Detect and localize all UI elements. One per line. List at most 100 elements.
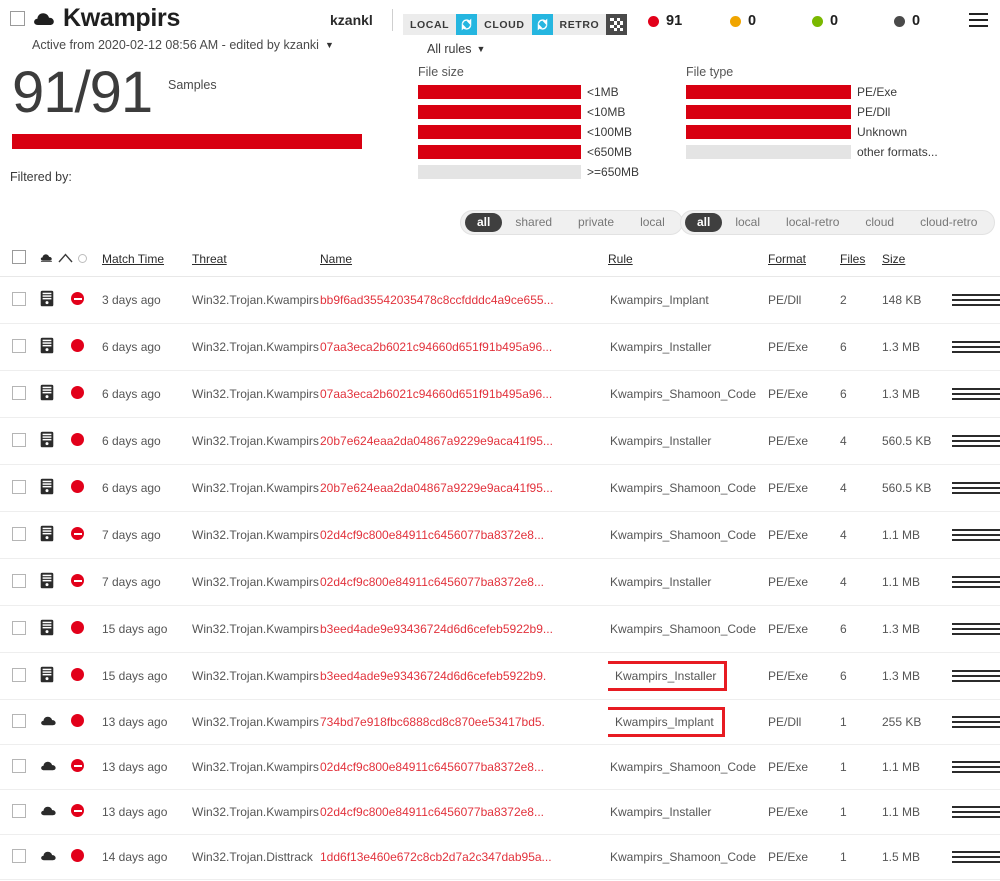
rule-label[interactable]: Kwampirs_Installer — [608, 573, 713, 591]
table-row[interactable]: 13 days ago Win32.Trojan.Kwampirs 02d4cf9c… — [0, 789, 1000, 835]
table-row[interactable]: 6 days ago Win32.Trojan.Kwampirs 07aa3eca2… — [0, 323, 1000, 371]
chevron-down-icon[interactable]: ▼ — [325, 40, 334, 50]
row-menu-icon[interactable] — [952, 716, 1000, 728]
main-menu-button[interactable] — [969, 13, 988, 27]
row-actions-cell[interactable] — [952, 276, 1000, 324]
sample-hash-link[interactable]: 02d4cf9c800e84911c6456077ba8372e8... — [320, 575, 544, 589]
row-actions-cell[interactable] — [952, 699, 1000, 745]
row-actions-cell[interactable] — [952, 652, 1000, 700]
table-row[interactable]: 13 days ago Win32.Trojan.Kwampirs 02d4cf9c… — [0, 744, 1000, 790]
row-menu-icon[interactable] — [952, 435, 1000, 447]
rule-label[interactable]: Kwampirs_Installer — [608, 338, 713, 356]
sample-hash-link[interactable]: 07aa3eca2b6021c94660d651f91b495a96... — [320, 387, 552, 401]
visibility-filter-private[interactable]: private — [565, 213, 627, 232]
toggle-cloud-label[interactable]: CLOUD — [477, 14, 532, 35]
file-size-row[interactable]: >=650MB — [418, 165, 639, 179]
rule-label-highlighted[interactable]: Kwampirs_Implant — [608, 707, 725, 737]
row-actions-cell[interactable] — [952, 511, 1000, 559]
row-menu-icon[interactable] — [952, 623, 1000, 635]
rule-label[interactable]: Kwampirs_Shamoon_Code — [608, 385, 758, 403]
row-menu-icon[interactable] — [952, 761, 1000, 773]
header-rule[interactable]: Rule — [608, 242, 768, 277]
visibility-filter-all[interactable]: all — [465, 213, 503, 232]
rule-label[interactable]: Kwampirs_Shamoon_Code — [608, 758, 758, 776]
table-row[interactable]: 7 days ago Win32.Trojan.Kwampirs 02d4cf9c8… — [0, 558, 1000, 606]
rule-label[interactable]: Kwampirs_Installer — [608, 432, 713, 450]
table-row[interactable]: 15 days ago Win32.Trojan.Kwampirs b3eed4ad… — [0, 605, 1000, 653]
sample-hash-link[interactable]: 1dd6f13e460e672c8cb2d7a2c347dab95a... — [320, 850, 552, 864]
row-actions-cell[interactable] — [952, 558, 1000, 606]
circle-icon[interactable] — [78, 254, 87, 263]
counter-none[interactable]: 0 — [894, 13, 976, 29]
row-menu-icon[interactable] — [952, 388, 1000, 400]
header-files[interactable]: Files — [840, 242, 882, 277]
row-checkbox[interactable] — [12, 667, 26, 682]
row-menu-icon[interactable] — [952, 529, 1000, 541]
sample-hash-link[interactable]: 07aa3eca2b6021c94660d651f91b495a96... — [320, 340, 552, 354]
file-type-row[interactable]: PE/Dll — [686, 105, 938, 119]
visibility-filter-local[interactable]: local — [627, 213, 678, 232]
file-type-row[interactable]: PE/Exe — [686, 85, 938, 99]
row-menu-icon[interactable] — [952, 851, 1000, 863]
row-checkbox[interactable] — [12, 620, 26, 635]
file-size-row[interactable]: <650MB — [418, 145, 639, 159]
row-menu-icon[interactable] — [952, 576, 1000, 588]
row-checkbox[interactable] — [12, 385, 26, 400]
file-type-row[interactable]: Unknown — [686, 125, 938, 139]
row-menu-icon[interactable] — [952, 806, 1000, 818]
header-threat[interactable]: Threat — [192, 242, 320, 277]
rule-label-highlighted[interactable]: Kwampirs_Installer — [608, 661, 728, 691]
row-checkbox[interactable] — [12, 526, 26, 541]
row-actions-cell[interactable] — [952, 323, 1000, 371]
row-checkbox[interactable] — [12, 432, 26, 447]
row-actions-cell[interactable] — [952, 789, 1000, 835]
header-size[interactable]: Size — [882, 242, 952, 277]
counter-critical[interactable]: 91 — [648, 13, 730, 29]
source-filter-cloud-retro[interactable]: cloud-retro — [907, 213, 990, 232]
row-checkbox[interactable] — [12, 291, 26, 306]
sample-hash-link[interactable]: 734bd7e918fbc6888cd8c870ee53417bd5. — [320, 715, 545, 729]
select-all-rows-checkbox[interactable] — [12, 250, 26, 264]
table-row[interactable]: 13 days ago Win32.Trojan.Kwampirs 734bd7e9… — [0, 699, 1000, 745]
sample-hash-link[interactable]: bb9f6ad35542035478c8ccfdddc4a9ce655... — [320, 293, 554, 307]
row-checkbox[interactable] — [12, 479, 26, 494]
row-menu-icon[interactable] — [952, 670, 1000, 682]
row-actions-cell[interactable] — [952, 744, 1000, 790]
file-size-row[interactable]: <100MB — [418, 125, 639, 139]
rule-label[interactable]: Kwampirs_Shamoon_Code — [608, 620, 758, 638]
sample-hash-link[interactable]: b3eed4ade9e93436724d6d6cefeb5922b9... — [320, 622, 553, 636]
row-actions-cell[interactable] — [952, 417, 1000, 465]
row-checkbox[interactable] — [12, 713, 26, 728]
all-rules-dropdown[interactable]: All rules ▼ — [427, 42, 485, 56]
file-size-row[interactable]: <1MB — [418, 85, 639, 99]
sample-hash-link[interactable]: 02d4cf9c800e84911c6456077ba8372e8... — [320, 805, 544, 819]
counter-high[interactable]: 0 — [730, 13, 812, 29]
sample-hash-link[interactable]: 02d4cf9c800e84911c6456077ba8372e8... — [320, 760, 544, 774]
row-checkbox[interactable] — [12, 803, 26, 818]
row-menu-icon[interactable] — [952, 294, 1000, 306]
header-name[interactable]: Name — [320, 242, 608, 277]
row-menu-icon[interactable] — [952, 482, 1000, 494]
sync-icon[interactable] — [531, 14, 553, 35]
table-row[interactable]: 7 days ago Win32.Trojan.Kwampirs 02d4cf9c8… — [0, 511, 1000, 559]
row-actions-cell[interactable] — [952, 370, 1000, 418]
rule-label[interactable]: Kwampirs_Shamoon_Code — [608, 848, 758, 866]
toggle-retro-label[interactable]: RETRO — [552, 14, 607, 35]
rule-label[interactable]: Kwampirs_Installer — [608, 803, 713, 821]
select-all-checkbox[interactable] — [10, 11, 25, 26]
row-actions-cell[interactable] — [952, 605, 1000, 653]
rule-label[interactable]: Kwampirs_Implant — [608, 291, 711, 309]
table-row[interactable]: 6 days ago Win32.Trojan.Kwampirs 20b7e624e… — [0, 417, 1000, 465]
source-filter-all[interactable]: all — [685, 213, 723, 232]
rule-label[interactable]: Kwampirs_Shamoon_Code — [608, 526, 758, 544]
checker-icon[interactable] — [606, 14, 628, 35]
toggle-local-label[interactable]: LOCAL — [403, 14, 457, 35]
row-actions-cell[interactable] — [952, 834, 1000, 880]
table-row[interactable]: 3 days ago Win32.Trojan.Kwampirs bb9f6ad35… — [0, 276, 1000, 324]
chevron-up-icon[interactable] — [58, 252, 73, 266]
table-row[interactable]: 6 days ago Win32.Trojan.Kwampirs 07aa3eca2… — [0, 370, 1000, 418]
table-row[interactable]: 15 days ago Win32.Trojan.Kwampirs b3eed4ad… — [0, 652, 1000, 700]
table-row[interactable]: 6 days ago Win32.Trojan.Kwampirs 20b7e624e… — [0, 464, 1000, 512]
user-name[interactable]: kzankl — [330, 12, 373, 28]
sample-hash-link[interactable]: 02d4cf9c800e84911c6456077ba8372e8... — [320, 528, 544, 542]
